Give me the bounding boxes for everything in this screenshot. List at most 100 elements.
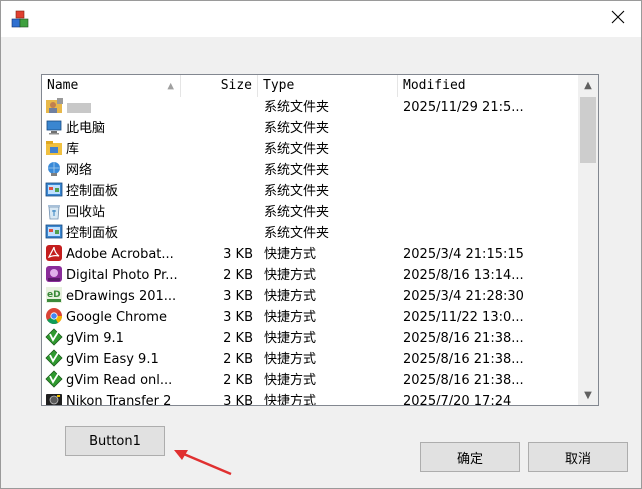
item-name-cell: gVim Easy 9.1 — [45, 349, 181, 370]
item-name-cell: 回收站 — [45, 202, 181, 223]
item-name-cell: eD eDrawings 201... — [45, 286, 181, 307]
list-item[interactable]: Digital Photo Pr... 2 KB 快捷方式 2025/8/16 13:… — [42, 265, 578, 286]
item-size — [181, 223, 253, 244]
file-list-view[interactable]: Name ▲ Size Type Modified 系统文件夹 2025/11/2… — [41, 74, 599, 406]
ok-button-label: 确定 — [456, 451, 483, 467]
list-item[interactable]: 控制面板 系统文件夹 — [42, 223, 578, 244]
item-size: 2 KB — [223, 373, 253, 388]
list-item[interactable]: 此电脑 系统文件夹 — [42, 118, 578, 139]
item-modified — [403, 118, 578, 139]
close-button[interactable] — [595, 1, 641, 37]
item-type: 快捷方式 — [264, 331, 317, 346]
item-name-cell: 网络 — [45, 160, 181, 181]
list-item[interactable]: 系统文件夹 2025/11/29 21:5... — [42, 97, 578, 118]
column-header-modified[interactable]: Modified — [398, 75, 578, 97]
list-item[interactable]: Adobe Acrobat... 3 KB 快捷方式 2025/3/4 21:15:1… — [42, 244, 578, 265]
column-header-modified-label: Modified — [403, 78, 466, 93]
sort-ascending-icon: ▲ — [167, 79, 174, 92]
column-header-size-label: Size — [220, 78, 252, 93]
item-size — [181, 139, 253, 160]
item-type: 快捷方式 — [264, 394, 317, 406]
gvim-icon — [45, 349, 63, 367]
item-name-cell: Digital Photo Pr... — [45, 265, 181, 286]
title-bar[interactable] — [1, 1, 641, 37]
list-item[interactable]: Nikon Transfer 2 3 KB 快捷方式 2025/7/20 17:24 — [42, 391, 578, 406]
scroll-up-icon[interactable]: ▲ — [578, 75, 598, 95]
column-header-size[interactable]: Size — [181, 75, 258, 97]
user-folder-icon — [45, 97, 63, 115]
item-modified: 2025/11/22 13:0... — [403, 310, 524, 325]
vertical-scrollbar[interactable]: ▲ ▼ — [578, 75, 598, 405]
digital-photo-icon — [45, 265, 63, 283]
list-item[interactable]: gVim 9.1 2 KB 快捷方式 2025/8/16 21:38... — [42, 328, 578, 349]
column-header-name-label: Name — [47, 78, 79, 93]
item-modified: 2025/8/16 21:38... — [403, 331, 524, 346]
item-name: Nikon Transfer 2 — [66, 394, 172, 406]
item-type: 快捷方式 — [264, 310, 317, 325]
item-size: 3 KB — [223, 394, 253, 406]
item-type: 快捷方式 — [264, 268, 317, 283]
item-modified: 2025/8/16 13:14... — [403, 268, 524, 283]
scroll-down-icon[interactable]: ▼ — [578, 385, 598, 405]
item-modified: 2025/11/29 21:5... — [403, 100, 524, 115]
adobe-acrobat-icon — [45, 244, 63, 262]
item-type: 快捷方式 — [264, 352, 317, 367]
item-size: 3 KB — [223, 247, 253, 262]
item-modified: 2025/3/4 21:28:30 — [403, 289, 524, 304]
item-name-cell: Nikon Transfer 2 — [45, 391, 181, 406]
column-header-type[interactable]: Type — [258, 75, 398, 97]
annotation-arrow-icon — [174, 450, 232, 476]
item-size: 2 KB — [223, 331, 253, 346]
item-type: 系统文件夹 — [264, 121, 330, 136]
item-size: 2 KB — [223, 352, 253, 367]
item-name-cell: 此电脑 — [45, 118, 181, 139]
column-header-name[interactable]: Name ▲ — [42, 75, 181, 97]
list-item[interactable]: Google Chrome 3 KB 快捷方式 2025/11/22 13:0... — [42, 307, 578, 328]
item-size — [181, 118, 253, 139]
item-type: 快捷方式 — [264, 289, 317, 304]
item-type: 系统文件夹 — [264, 184, 330, 199]
library-icon — [45, 139, 63, 157]
item-modified: 2025/8/16 21:38... — [403, 373, 524, 388]
column-header-type-label: Type — [263, 78, 295, 93]
item-size: 3 KB — [223, 310, 253, 325]
button1-label: Button1 — [89, 433, 141, 449]
blurred-username-icon — [67, 102, 91, 113]
list-item[interactable]: 回收站 系统文件夹 — [42, 202, 578, 223]
item-modified: 2025/7/20 17:24 — [403, 394, 512, 406]
ok-button[interactable]: 确定 — [420, 442, 520, 472]
list-item[interactable]: 控制面板 系统文件夹 — [42, 181, 578, 202]
list-item[interactable]: 网络 系统文件夹 — [42, 160, 578, 181]
computer-icon — [45, 118, 63, 136]
dialog-window: Name ▲ Size Type Modified 系统文件夹 2025/11/2… — [0, 0, 642, 489]
control-panel-icon — [45, 181, 63, 199]
item-name: 回收站 — [66, 205, 106, 220]
close-icon — [611, 10, 625, 28]
scrollbar-thumb[interactable] — [580, 97, 596, 163]
list-item[interactable]: eD eDrawings 201... 3 KB 快捷方式 2025/3/4 21:28… — [42, 286, 578, 307]
item-modified: 2025/8/16 21:38... — [403, 352, 524, 367]
item-type: 系统文件夹 — [264, 226, 330, 241]
item-name-cell — [45, 97, 181, 118]
item-name: gVim Read onl... — [66, 373, 173, 388]
cancel-button-label: 取消 — [564, 451, 591, 467]
svg-text:eD: eD — [47, 290, 61, 300]
gvim-icon — [45, 370, 63, 388]
list-item[interactable]: gVim Read onl... 2 KB 快捷方式 2025/8/16 21:38.… — [42, 370, 578, 391]
button1[interactable]: Button1 — [65, 426, 165, 456]
app-cubes-icon — [11, 10, 29, 28]
item-modified — [403, 223, 578, 244]
item-name-cell: Adobe Acrobat... — [45, 244, 181, 265]
item-modified — [403, 160, 578, 181]
item-name: Google Chrome — [66, 310, 167, 325]
item-name: gVim 9.1 — [66, 331, 124, 346]
item-size: 3 KB — [223, 289, 253, 304]
cancel-button[interactable]: 取消 — [528, 442, 628, 472]
item-modified — [403, 139, 578, 160]
list-item[interactable]: 库 系统文件夹 — [42, 139, 578, 160]
list-item[interactable]: gVim Easy 9.1 2 KB 快捷方式 2025/8/16 21:38... — [42, 349, 578, 370]
item-name-cell: Google Chrome — [45, 307, 181, 328]
item-size — [181, 160, 253, 181]
recycle-bin-icon — [45, 202, 63, 220]
item-size — [181, 202, 253, 223]
